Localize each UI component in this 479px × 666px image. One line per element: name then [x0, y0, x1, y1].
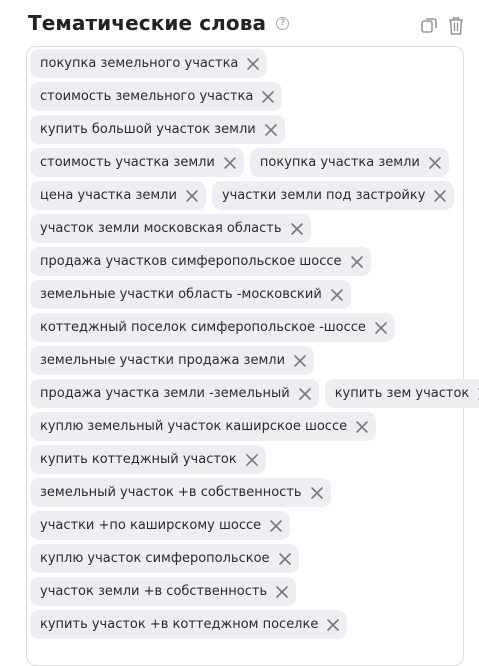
keyword-row: купить участок +в коттеджном поселке [30, 608, 470, 641]
keyword-chip: продажа участков симферопольское шоссе [30, 247, 371, 276]
keyword-chip: участки земли под застройку [211, 181, 455, 210]
remove-keyword-icon[interactable] [349, 254, 365, 270]
remove-keyword-icon[interactable] [244, 452, 260, 468]
page-title: Тематические слова [28, 11, 267, 35]
keyword-chip: покупка земельного участка [30, 49, 268, 78]
remove-keyword-icon[interactable] [427, 155, 443, 171]
keyword-chip-label: цена участка земли [40, 188, 177, 203]
keyword-row: цена участка земли участки земли под заст… [30, 179, 470, 212]
keyword-row: покупка земельного участка [30, 47, 470, 80]
keyword-chip-label: куплю участок симферопольское [40, 551, 270, 566]
keyword-chip: земельные участки область -московский [30, 280, 351, 309]
keyword-chip-label: участок земли +в собственность [40, 584, 268, 599]
keyword-row: продажа участка земли -земельный купить з… [30, 377, 479, 410]
keyword-row: земельные участки продажа земли [30, 344, 470, 377]
keyword-chip-label: купить участок +в коттеджном поселке [40, 617, 319, 632]
keyword-chip-label: участок земли московская область [40, 221, 282, 236]
remove-keyword-icon[interactable] [373, 320, 389, 336]
keyword-chip-label: участки +по каширскому шоссе [40, 518, 262, 533]
keyword-chip: участок земли московская область [30, 214, 311, 243]
keyword-chip-label: коттеджный поселок симферопольское -шосс… [40, 320, 366, 335]
remove-keyword-icon[interactable] [354, 419, 370, 435]
keyword-chip: купить участок +в коттеджном поселке [30, 610, 348, 639]
remove-keyword-icon[interactable] [432, 188, 448, 204]
remove-keyword-icon[interactable] [325, 617, 341, 633]
keyword-chip-label: стоимость участка земли [40, 155, 215, 170]
keyword-row: участок земли +в собственность [30, 575, 470, 608]
keyword-row: коттеджный поселок симферопольское -шосс… [30, 311, 470, 344]
keyword-chip: участки +по каширскому шоссе [30, 511, 291, 540]
help-icon[interactable]: ? [276, 16, 290, 30]
keyword-chip-label: земельные участки область -московский [40, 287, 322, 302]
copy-icon[interactable] [420, 16, 438, 34]
remove-keyword-icon[interactable] [297, 386, 313, 402]
keyword-row: куплю земельный участок каширское шоссе [30, 410, 470, 443]
keyword-chip-label: купить зем участок [334, 386, 470, 401]
keyword-chip: земельные участки продажа земли [30, 346, 315, 375]
keyword-chip: коттеджный поселок симферопольское -шосс… [30, 313, 395, 342]
keyword-chip: куплю участок симферопольское [30, 544, 299, 573]
keyword-row: земельный участок +в собственность [30, 476, 470, 509]
remove-keyword-icon[interactable] [268, 518, 284, 534]
remove-keyword-icon[interactable] [245, 56, 261, 72]
remove-keyword-icon[interactable] [222, 155, 238, 171]
keyword-chip-label: купить большой участок земли [40, 122, 256, 137]
remove-keyword-icon[interactable] [289, 221, 305, 237]
keyword-chip: купить большой участок земли [30, 115, 285, 144]
keyword-chip: цена участка земли [30, 181, 206, 210]
trash-icon[interactable] [447, 16, 465, 36]
keyword-row: стоимость земельного участка [30, 80, 470, 113]
keyword-chip-label: куплю земельный участок каширское шоссе [40, 419, 348, 434]
remove-keyword-icon[interactable] [184, 188, 200, 204]
keyword-chip: продажа участка земли -земельный [30, 379, 319, 408]
keyword-chip-label: земельные участки продажа земли [40, 353, 286, 368]
keyword-chip-label: продажа участков симферопольское шоссе [40, 254, 342, 269]
keyword-chip: купить коттеджный участок [30, 445, 266, 474]
keyword-chip-list: покупка земельного участка стоимость земе… [30, 47, 479, 641]
remove-keyword-icon[interactable] [263, 122, 279, 138]
keyword-chip: покупка участка земли [249, 148, 449, 177]
keyword-row: купить коттеджный участок [30, 443, 470, 476]
header: Тематические слова ? [28, 8, 290, 38]
keyword-row: земельные участки область -московский [30, 278, 470, 311]
remove-keyword-icon[interactable] [277, 551, 293, 567]
keyword-row: участок земли московская область [30, 212, 470, 245]
remove-keyword-icon[interactable] [309, 485, 325, 501]
keyword-row: участки +по каширскому шоссе [30, 509, 470, 542]
keyword-row: стоимость участка земли покупка участка з… [30, 146, 470, 179]
keyword-chip: участок земли +в собственность [30, 577, 297, 606]
remove-keyword-icon[interactable] [274, 584, 290, 600]
remove-keyword-icon[interactable] [292, 353, 308, 369]
keyword-chip-label: покупка участка земли [259, 155, 420, 170]
keyword-chip: стоимость участка земли [30, 148, 244, 177]
keyword-chip-label: продажа участка земли -земельный [40, 386, 290, 401]
remove-keyword-icon[interactable] [260, 89, 276, 105]
keyword-chip: стоимость земельного участка [30, 82, 283, 111]
keyword-chip: земельный участок +в собственность [30, 478, 331, 507]
keyword-chip: куплю земельный участок каширское шоссе [30, 412, 377, 441]
keyword-row: куплю участок симферопольское [30, 542, 470, 575]
keyword-chip-label: покупка земельного участка [40, 56, 239, 71]
keyword-row: продажа участков симферопольское шоссе [30, 245, 470, 278]
remove-keyword-icon[interactable] [329, 287, 345, 303]
keyword-chip: купить зем участок [324, 379, 479, 408]
keyword-chip-label: земельный участок +в собственность [40, 485, 302, 500]
keyword-chip-label: купить коттеджный участок [40, 452, 237, 467]
keyword-row: купить большой участок земли [30, 113, 470, 146]
keyword-chip-label: стоимость земельного участка [40, 89, 254, 104]
keyword-chip-label: участки земли под застройку [221, 188, 426, 203]
